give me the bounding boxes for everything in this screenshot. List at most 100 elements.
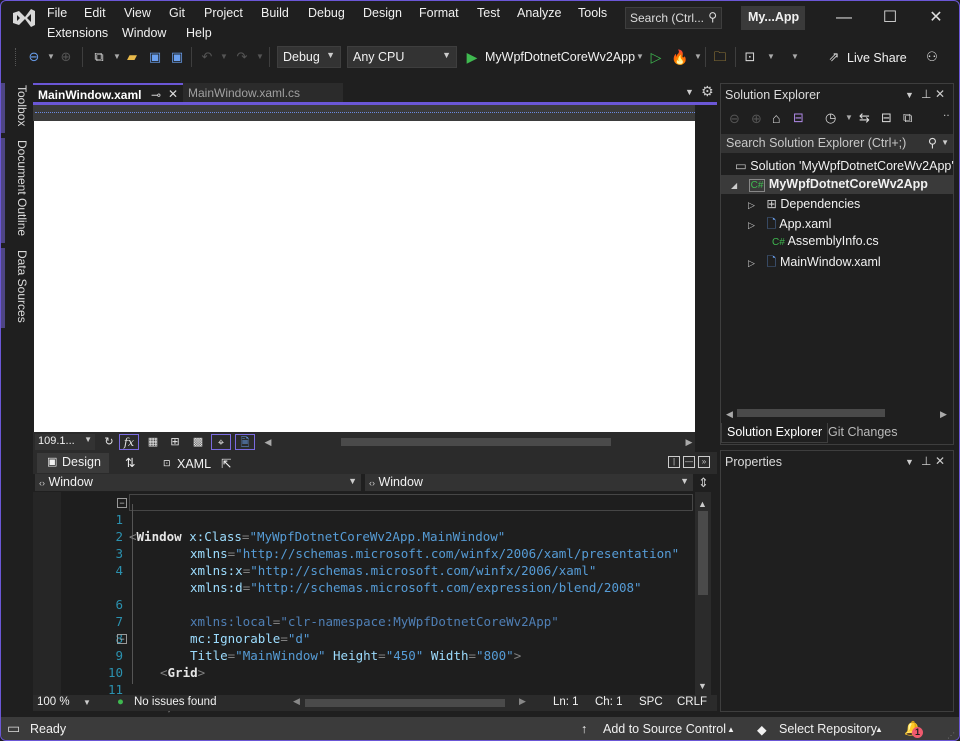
chevron-up-icon[interactable]: ▲ bbox=[727, 725, 735, 734]
toolbar-overflow-icon[interactable]: ‥ bbox=[943, 108, 950, 119]
resize-grip-icon[interactable]: ⋰ bbox=[947, 731, 955, 740]
tab-mainwindow-xaml-cs[interactable]: MainWindow.xaml.cs bbox=[183, 83, 343, 103]
collapse-region-icon[interactable]: − bbox=[117, 634, 127, 644]
scroll-down-icon[interactable]: ▼ bbox=[698, 681, 707, 691]
configuration-dropdown[interactable]: Debug ▼ bbox=[277, 46, 341, 68]
collapsed-arrow-icon[interactable]: ▷ bbox=[748, 258, 755, 268]
undo-dropdown-icon[interactable]: ▼ bbox=[215, 48, 233, 66]
platform-dropdown[interactable]: Any CPU ▼ bbox=[347, 46, 457, 68]
tree-item-dependencies[interactable]: ▷ ⊞ Dependencies bbox=[748, 196, 860, 211]
side-tab-document-outline[interactable]: Document Outline bbox=[7, 138, 29, 236]
menu-view[interactable]: View bbox=[124, 6, 151, 20]
add-to-source-control-button[interactable]: Add to Source Control bbox=[603, 722, 726, 736]
close-panel-icon[interactable]: ✕ bbox=[935, 454, 945, 468]
spacing-indicator[interactable]: SPC bbox=[639, 696, 663, 708]
tab-list-dropdown-icon[interactable]: ▼ bbox=[685, 87, 694, 97]
pending-changes-filter-icon[interactable]: ◷ bbox=[825, 110, 836, 126]
issues-status[interactable]: No issues found bbox=[134, 696, 216, 708]
scroll-right-icon[interactable]: ▶ bbox=[519, 696, 526, 707]
panel-options-icon[interactable]: ▼ bbox=[905, 457, 914, 467]
save-icon[interactable]: ▣ bbox=[146, 48, 164, 66]
menu-design[interactable]: Design bbox=[363, 6, 402, 20]
collapsed-arrow-icon[interactable]: ▷ bbox=[748, 220, 755, 230]
pin-icon[interactable]: ⊸ bbox=[151, 88, 161, 102]
tab-design[interactable]: ▣ Design bbox=[37, 453, 109, 473]
solution-horizontal-scrollbar[interactable] bbox=[737, 409, 885, 417]
tab-xaml[interactable]: XAML bbox=[177, 457, 211, 471]
side-tab-data-sources[interactable]: Data Sources bbox=[7, 248, 29, 323]
line-indicator[interactable]: Ln: 1 bbox=[553, 696, 579, 708]
horizontal-split-icon[interactable]: — bbox=[683, 456, 695, 468]
solution-search-input[interactable]: Search Solution Explorer (Ctrl+;) ⚲ ▼ bbox=[721, 134, 953, 153]
navigate-forward-icon[interactable]: ⊕ bbox=[57, 48, 75, 66]
tab-solution-explorer[interactable]: Solution Explorer bbox=[721, 423, 829, 443]
open-folder-icon[interactable]: ▰ bbox=[123, 48, 141, 66]
editor-scroll-thumb[interactable] bbox=[698, 511, 708, 595]
snap-grid-icon[interactable]: ⊞ bbox=[165, 434, 185, 450]
scroll-right-icon[interactable]: ▶ bbox=[940, 409, 947, 420]
chevron-up-icon[interactable]: ▲ bbox=[875, 725, 883, 734]
toolbar-overflow-icon[interactable]: ▼ bbox=[786, 48, 804, 66]
collapse-pane-icon[interactable]: » bbox=[698, 456, 710, 468]
sync-active-document-icon[interactable]: ⇆ bbox=[859, 110, 870, 126]
collapse-region-icon[interactable]: − bbox=[117, 498, 127, 508]
menu-edit[interactable]: Edit bbox=[84, 6, 106, 20]
grid-icon[interactable]: ▦ bbox=[143, 434, 163, 450]
search-options-icon[interactable]: ▼ bbox=[941, 138, 949, 147]
tab-git-changes[interactable]: Git Changes bbox=[823, 423, 902, 443]
snap-lines-icon[interactable]: ⌖ bbox=[211, 434, 231, 450]
menu-window[interactable]: Window bbox=[122, 26, 166, 40]
designer-horizontal-scrollbar[interactable] bbox=[341, 438, 611, 446]
tree-item-assemblyinfo[interactable]: C# AssemblyInfo.cs bbox=[772, 234, 879, 248]
close-tab-icon[interactable]: ✕ bbox=[168, 87, 178, 101]
solution-name-badge[interactable]: My...App bbox=[741, 6, 805, 30]
scroll-right-icon[interactable]: ▶ bbox=[679, 434, 699, 450]
tree-item-solution[interactable]: ▭ Solution 'MyWpfDotnetCoreWv2App' bbox=[735, 158, 954, 173]
search-box[interactable]: Search (Ctrl... ⚲ bbox=[625, 7, 722, 29]
back-icon[interactable]: ⊖ bbox=[729, 111, 740, 127]
design-surface[interactable] bbox=[34, 121, 695, 432]
switch-views-icon[interactable]: ⊟ bbox=[793, 110, 804, 126]
startup-project-button[interactable]: MyWpfDotnetCoreWv2App bbox=[485, 50, 635, 64]
pin-icon[interactable]: ⊥ bbox=[921, 454, 931, 468]
menu-help[interactable]: Help bbox=[186, 26, 212, 40]
redo-dropdown-icon[interactable]: ▼ bbox=[251, 48, 269, 66]
menu-analyze[interactable]: Analyze bbox=[517, 6, 561, 20]
menu-test[interactable]: Test bbox=[477, 6, 500, 20]
scroll-left-icon[interactable]: ◀ bbox=[258, 434, 278, 450]
menu-file[interactable]: File bbox=[47, 6, 67, 20]
editor-horizontal-scrollbar[interactable] bbox=[305, 699, 505, 707]
split-editor-icon[interactable]: ⇕ bbox=[698, 475, 709, 491]
tab-mainwindow-xaml[interactable]: MainWindow.xaml ⊸ ✕ bbox=[33, 83, 183, 103]
start-debugging-icon[interactable]: ▶ bbox=[463, 48, 481, 66]
tree-item-app-xaml[interactable]: ▷ 🗋 App.xaml bbox=[748, 215, 831, 236]
maximize-button[interactable]: ☐ bbox=[875, 7, 905, 29]
navigate-back-icon[interactable]: ⊖ bbox=[25, 48, 43, 66]
save-all-icon[interactable]: ▣ bbox=[168, 48, 186, 66]
expanded-arrow-icon[interactable]: ◢ bbox=[731, 181, 737, 190]
tree-item-mainwindow-xaml[interactable]: ▷ 🗋 MainWindow.xaml bbox=[748, 253, 881, 274]
close-panel-icon[interactable]: ✕ bbox=[935, 87, 945, 101]
element-scope-dropdown[interactable]: ‹› Window ▼ bbox=[35, 474, 361, 492]
side-tab-toolbox[interactable]: Toolbox bbox=[7, 83, 29, 126]
start-without-debugging-icon[interactable]: ▷ bbox=[647, 48, 665, 66]
scroll-left-icon[interactable]: ◀ bbox=[293, 696, 300, 707]
undo-icon[interactable]: ↶ bbox=[198, 48, 216, 66]
select-repository-button[interactable]: Select Repository bbox=[779, 722, 877, 736]
chevron-down-icon[interactable]: ▼ bbox=[83, 698, 91, 707]
menu-debug[interactable]: Debug bbox=[308, 6, 345, 20]
toolbar-grip[interactable] bbox=[15, 48, 18, 66]
minimize-button[interactable]: — bbox=[829, 7, 859, 29]
menu-format[interactable]: Format bbox=[419, 6, 459, 20]
forward-icon[interactable]: ⊕ bbox=[751, 111, 762, 127]
element-member-dropdown[interactable]: ‹› Window ▼ bbox=[365, 474, 693, 492]
browser-window-icon[interactable]: ⊡ bbox=[741, 48, 759, 66]
filter-dropdown-icon[interactable]: ▼ bbox=[845, 113, 853, 122]
hot-reload-icon[interactable]: 🔥 bbox=[671, 48, 689, 66]
refresh-icon[interactable]: ↻ bbox=[99, 434, 119, 450]
artboard-background-icon[interactable]: ▩ bbox=[188, 434, 208, 450]
project-code-icon[interactable]: 🗎 bbox=[235, 434, 255, 450]
popout-xaml-icon[interactable]: ⇱ bbox=[221, 456, 231, 471]
show-all-files-icon[interactable]: ⧉ bbox=[903, 110, 912, 126]
feedback-icon[interactable]: ⚇ bbox=[923, 48, 941, 66]
